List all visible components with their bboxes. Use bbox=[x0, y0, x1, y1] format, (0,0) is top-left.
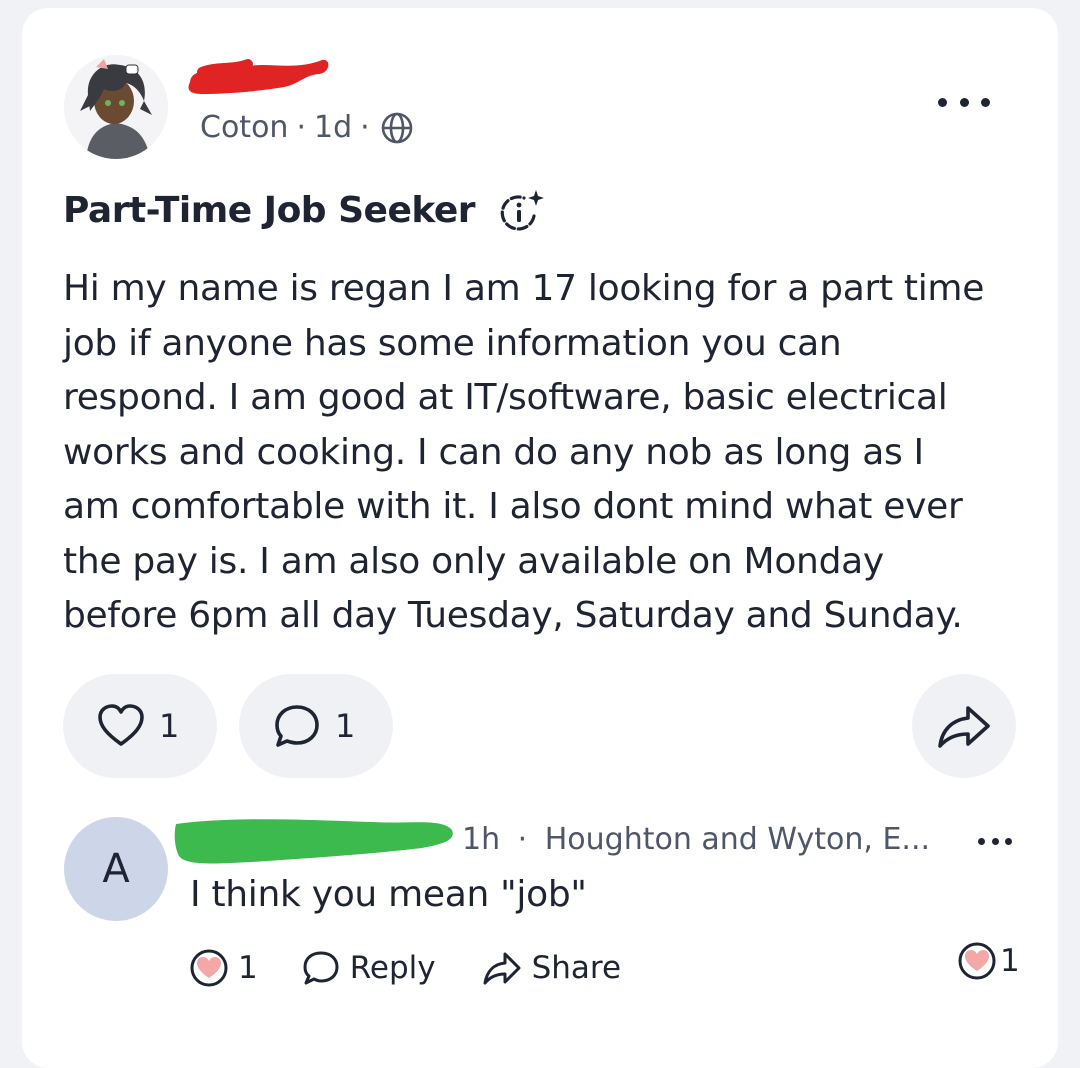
like-count: 1 bbox=[159, 707, 180, 745]
more-horizontal-icon[interactable] bbox=[938, 92, 990, 112]
share-label: Share bbox=[531, 950, 622, 986]
comment-reaction-summary[interactable]: 1 bbox=[958, 942, 1020, 980]
post-body-line: job if anyone has some information you c… bbox=[63, 322, 842, 364]
comment-like-count: 1 bbox=[238, 950, 258, 986]
author-name-redaction bbox=[182, 46, 332, 108]
comment-share-button[interactable]: Share bbox=[482, 950, 621, 986]
share-button[interactable] bbox=[912, 674, 1016, 778]
community-name[interactable]: Coton bbox=[200, 110, 288, 145]
meta-separator: · bbox=[517, 822, 528, 857]
heart-icon bbox=[98, 704, 144, 746]
reply-bubble-icon bbox=[303, 951, 339, 985]
reply-button[interactable]: Reply bbox=[302, 949, 436, 987]
comment-actions: 1 Reply Share bbox=[190, 946, 621, 990]
comment-location: Houghton and Wyton, E... bbox=[544, 822, 931, 857]
share-arrow-icon bbox=[938, 706, 990, 748]
post-meta: Coton · 1d · bbox=[200, 110, 414, 145]
post-title: Part-Time Job Seeker bbox=[63, 190, 476, 231]
heart-reaction-icon bbox=[958, 942, 996, 980]
comment-meta: 1h · Houghton and Wyton, E... bbox=[462, 822, 930, 857]
author-avatar[interactable] bbox=[64, 55, 168, 159]
post-body-line: Hi my name is regan I am 17 looking for … bbox=[63, 268, 985, 309]
comment-bubble-icon bbox=[275, 705, 319, 747]
commenter-avatar[interactable]: A bbox=[64, 817, 168, 921]
post-body-line: before 6pm all day Tuesday, Saturday and… bbox=[63, 595, 963, 636]
post-age: 1d bbox=[313, 110, 353, 145]
post-body-line: am comfortable with it. I also dont mind… bbox=[63, 486, 963, 527]
comment-button[interactable]: 1 bbox=[239, 674, 393, 778]
post-body-line: works and cooking. I can do any nob as l… bbox=[63, 431, 924, 473]
comment-text: I think you mean "job" bbox=[190, 874, 587, 915]
post-body-line: the pay is. I am also only available on … bbox=[63, 540, 884, 582]
meta-separator: · bbox=[360, 110, 370, 145]
post-body: Hi my name is regan I am 17 looking for … bbox=[63, 262, 1023, 644]
globe-icon bbox=[381, 112, 412, 143]
comment-like-button[interactable]: 1 bbox=[190, 949, 258, 987]
meta-separator: · bbox=[296, 110, 306, 145]
like-button[interactable]: 1 bbox=[63, 674, 217, 778]
commenter-name-redaction bbox=[172, 814, 456, 874]
reply-label: Reply bbox=[349, 950, 436, 986]
comment-count: 1 bbox=[335, 707, 356, 745]
comment-age: 1h bbox=[462, 822, 501, 857]
post-body-line: respond. I am good at IT/software, basic… bbox=[63, 377, 948, 418]
comment-reaction-count: 1 bbox=[1000, 943, 1020, 979]
share-arrow-icon bbox=[483, 952, 521, 985]
ai-info-sparkle-icon[interactable] bbox=[494, 186, 546, 238]
heart-reaction-icon bbox=[190, 949, 228, 987]
comment-more-icon[interactable] bbox=[978, 836, 1012, 846]
